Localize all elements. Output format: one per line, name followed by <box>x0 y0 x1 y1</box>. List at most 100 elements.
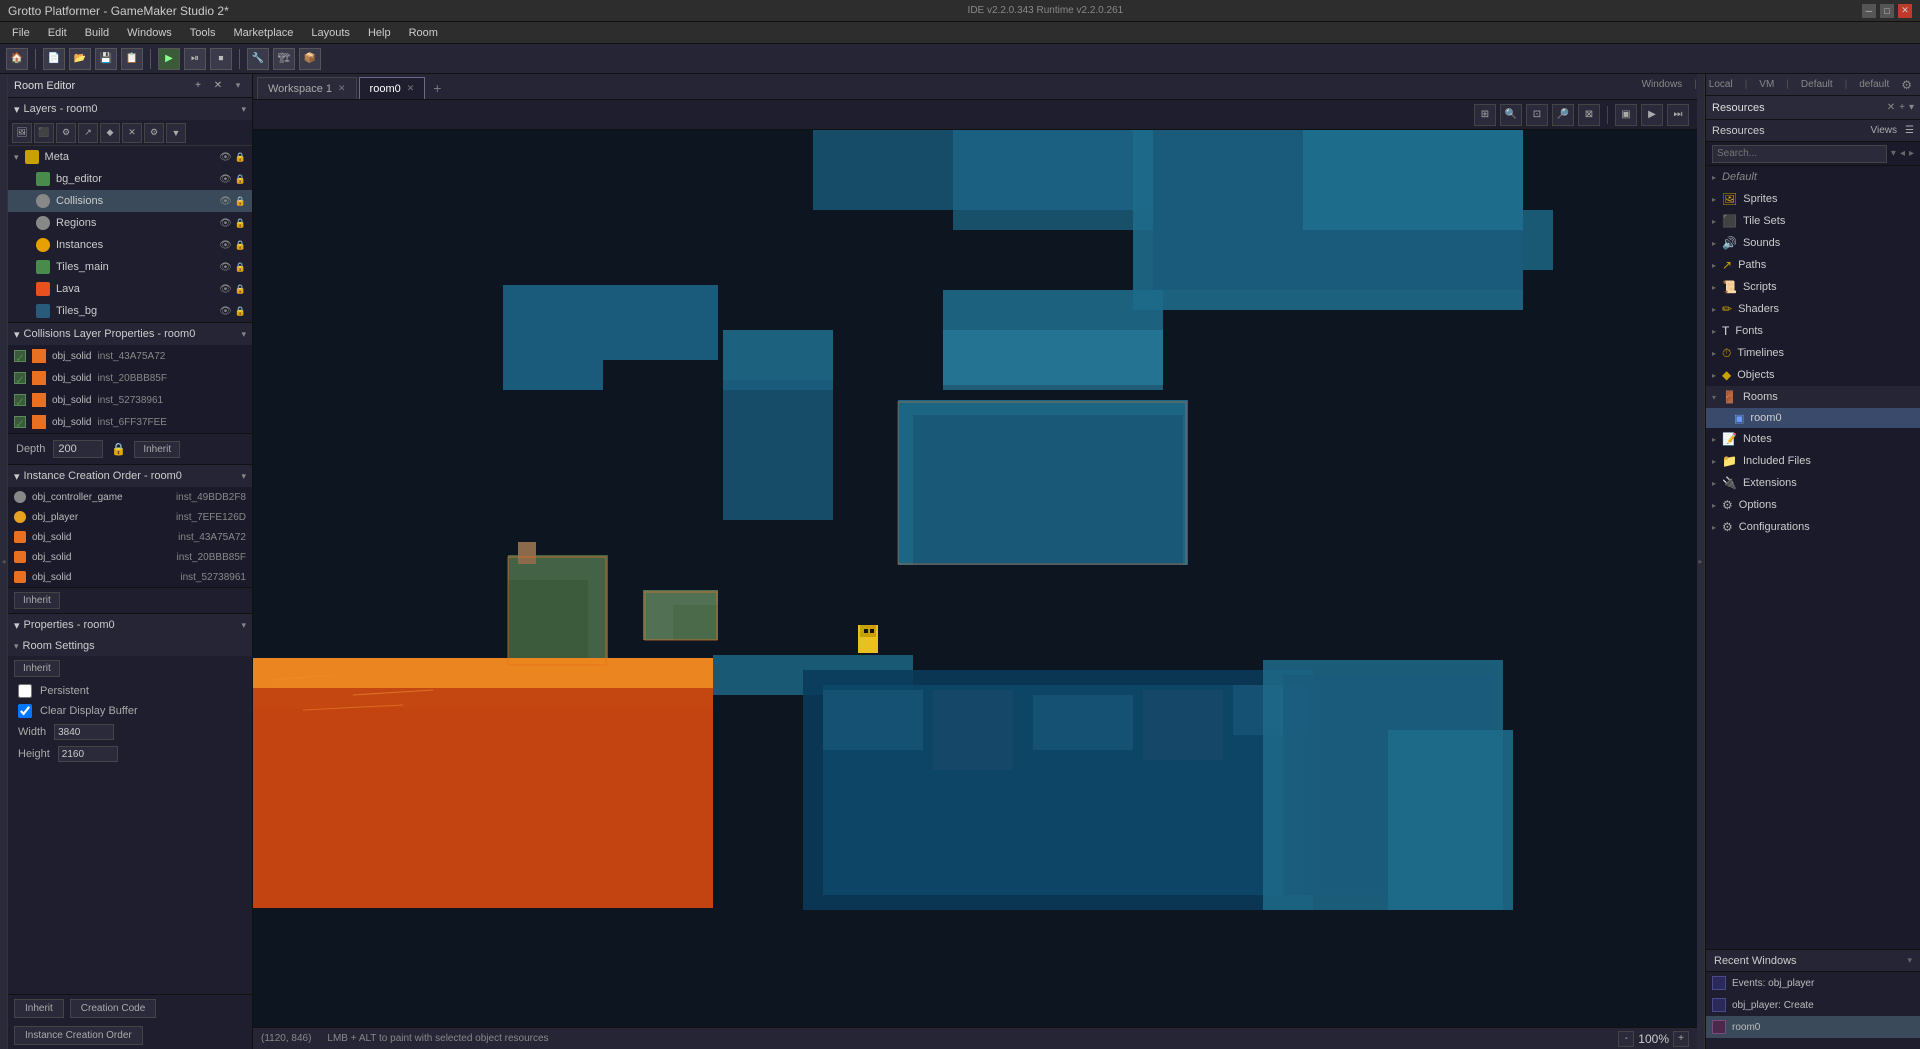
zoom-reset-button[interactable]: ⊡ <box>1526 104 1548 126</box>
menu-room[interactable]: Room <box>401 25 446 41</box>
regions-lock[interactable]: 🔒 <box>235 218 246 229</box>
resources-close-icon[interactable]: ✕ <box>1887 102 1895 113</box>
add-tile-layer[interactable]: ⬛ <box>34 123 54 143</box>
bottom-inherit-btn[interactable]: Inherit <box>14 999 64 1018</box>
clean-button[interactable]: 🔧 <box>247 48 269 70</box>
sounds-group[interactable]: ▸ 🔊 Sounds <box>1706 232 1920 254</box>
tab-workspace1-close[interactable]: ✕ <box>338 83 346 94</box>
default2-nav-item[interactable]: default <box>1859 79 1889 90</box>
right-collapse-handle[interactable]: ▸ <box>1697 74 1705 1049</box>
collapse-room-editor-button[interactable]: ▾ <box>230 78 246 94</box>
delete-layer[interactable]: ✕ <box>122 123 142 143</box>
menu-tools[interactable]: Tools <box>182 25 224 41</box>
room-square-button[interactable]: ▣ <box>1615 104 1637 126</box>
depth-lock-icon[interactable]: 🔒 <box>111 442 126 456</box>
maximize-button[interactable]: □ <box>1880 4 1894 18</box>
menu-edit[interactable]: Edit <box>40 25 75 41</box>
sprites-group[interactable]: ▸ 🖼 Sprites <box>1706 188 1920 210</box>
search-prev-icon[interactable]: ◂ <box>1900 148 1905 159</box>
tiles-main-lock[interactable]: 🔒 <box>235 262 246 273</box>
menu-layouts[interactable]: Layouts <box>303 25 358 41</box>
local-nav-item[interactable]: Local <box>1709 79 1733 90</box>
collision-item-4[interactable]: ✓ obj_solid inst_6FF37FEE <box>8 411 252 433</box>
timelines-group[interactable]: ▸ ⏱ Timelines <box>1706 342 1920 364</box>
room-inherit-button[interactable]: Inherit <box>14 660 60 677</box>
default-group-header[interactable]: ▸ Default <box>1706 166 1920 188</box>
grid-toggle-button[interactable]: ⊞ <box>1474 104 1496 126</box>
tilesets-group[interactable]: ▸ ⬛ Tile Sets <box>1706 210 1920 232</box>
resources-add-icon[interactable]: + <box>1899 102 1905 113</box>
ico-item-3[interactable]: obj_solid inst_43A75A72 <box>8 527 252 547</box>
meta-eye-icon[interactable]: 👁 <box>219 152 232 163</box>
inherit-button[interactable]: Inherit <box>14 592 60 609</box>
menu-marketplace[interactable]: Marketplace <box>225 25 301 41</box>
extensions-group[interactable]: ▸ 🔌 Extensions <box>1706 472 1920 494</box>
home-button[interactable]: 🏠 <box>6 48 28 70</box>
instances-eye[interactable]: 👁 <box>219 240 232 251</box>
zoom-in-button[interactable]: 🔎 <box>1552 104 1574 126</box>
save-as-button[interactable]: 📋 <box>121 48 143 70</box>
layer-item-regions[interactable]: Regions 👁 🔒 <box>8 212 252 234</box>
ico-item-4[interactable]: obj_solid inst_20BBB85F <box>8 547 252 567</box>
zoom-out-button[interactable]: 🔍 <box>1500 104 1522 126</box>
search-next-icon[interactable]: ▸ <box>1909 148 1914 159</box>
collisions-eye[interactable]: 👁 <box>219 196 232 207</box>
creation-code-button[interactable]: Creation Code <box>70 999 156 1018</box>
views-menu-icon[interactable]: ☰ <box>1905 125 1914 136</box>
notes-group[interactable]: ▸ 📝 Notes <box>1706 428 1920 450</box>
rw-item-room0[interactable]: room0 <box>1706 1016 1920 1038</box>
instance-creation-order-button[interactable]: Instance Creation Order <box>14 1026 143 1045</box>
rw-item-obj-player-create[interactable]: obj_player: Create <box>1706 994 1920 1016</box>
lava-eye[interactable]: 👁 <box>219 284 232 295</box>
run-button[interactable]: ▶ <box>158 48 180 70</box>
ico-item-5[interactable]: obj_solid inst_52738961 <box>8 567 252 587</box>
ico-header[interactable]: ▾ Instance Creation Order - room0 ▾ <box>8 465 252 487</box>
zoom-out-status-button[interactable]: - <box>1618 1031 1634 1047</box>
skip-button[interactable]: ⏭ <box>1667 104 1689 126</box>
ico-item-1[interactable]: obj_controller_game inst_49BDB2F8 <box>8 487 252 507</box>
layers-header[interactable]: ▾ Layers - room0 ▾ <box>8 98 252 120</box>
add-physics-layer[interactable]: ⚙ <box>56 123 76 143</box>
search-input[interactable] <box>1712 145 1887 163</box>
collision-item-2[interactable]: ✓ obj_solid inst_20BBB85F <box>8 367 252 389</box>
open-button[interactable]: 📂 <box>69 48 91 70</box>
rw-item-events-obj-player[interactable]: Events: obj_player <box>1706 972 1920 994</box>
bg-editor-eye[interactable]: 👁 <box>219 174 232 185</box>
paths-group[interactable]: ▸ ↗ Paths <box>1706 254 1920 276</box>
tab-room0[interactable]: room0 ✕ <box>359 77 426 99</box>
left-collapse-handle[interactable]: ◂ <box>0 74 8 1049</box>
new-button[interactable]: 📄 <box>43 48 65 70</box>
clear-display-checkbox[interactable] <box>18 704 32 718</box>
recent-windows-chevron[interactable]: ▾ <box>1907 955 1912 966</box>
zoom-in-status-button[interactable]: + <box>1673 1031 1689 1047</box>
tiles-bg-eye[interactable]: 👁 <box>219 306 232 317</box>
options-group[interactable]: ▸ ⚙ Options <box>1706 494 1920 516</box>
close-room-editor-button[interactable]: ✕ <box>210 78 226 94</box>
add-instance-layer[interactable]: ◆ <box>100 123 120 143</box>
menu-file[interactable]: File <box>4 25 38 41</box>
windows-nav-item[interactable]: Windows <box>1642 79 1683 90</box>
layer-item-bg-editor[interactable]: bg_editor 👁 🔒 <box>8 168 252 190</box>
views-label[interactable]: Views <box>1871 125 1898 136</box>
minimize-button[interactable]: ─ <box>1862 4 1876 18</box>
props-chevron[interactable]: ▾ <box>241 620 246 631</box>
add-background-layer[interactable]: 🖼 <box>12 123 32 143</box>
ci-check-1[interactable]: ✓ <box>14 350 26 362</box>
layer-item-tiles-bg[interactable]: Tiles_bg 👁 🔒 <box>8 300 252 322</box>
ico-chevron[interactable]: ▾ <box>241 471 246 482</box>
settings-icon[interactable]: ⚙ <box>1901 78 1912 92</box>
depth-inherit-button[interactable]: Inherit <box>134 441 180 458</box>
ci-check-4[interactable]: ✓ <box>14 416 26 428</box>
ico-item-2[interactable]: obj_player inst_7EFE126D <box>8 507 252 527</box>
menu-help[interactable]: Help <box>360 25 399 41</box>
stop-button[interactable]: ⏹ <box>210 48 232 70</box>
objects-group[interactable]: ▸ ◆ Objects <box>1706 364 1920 386</box>
collisions-lock[interactable]: 🔒 <box>235 196 246 207</box>
build-button[interactable]: 🏗 <box>273 48 295 70</box>
rooms-group[interactable]: ▾ 🚪 Rooms <box>1706 386 1920 408</box>
room-canvas[interactable] <box>253 130 1697 1027</box>
layer-item-instances[interactable]: Instances 👁 🔒 <box>8 234 252 256</box>
add-tab-button[interactable]: + <box>427 77 447 99</box>
fit-room-button[interactable]: ⊠ <box>1578 104 1600 126</box>
tab-workspace1[interactable]: Workspace 1 ✕ <box>257 77 357 99</box>
